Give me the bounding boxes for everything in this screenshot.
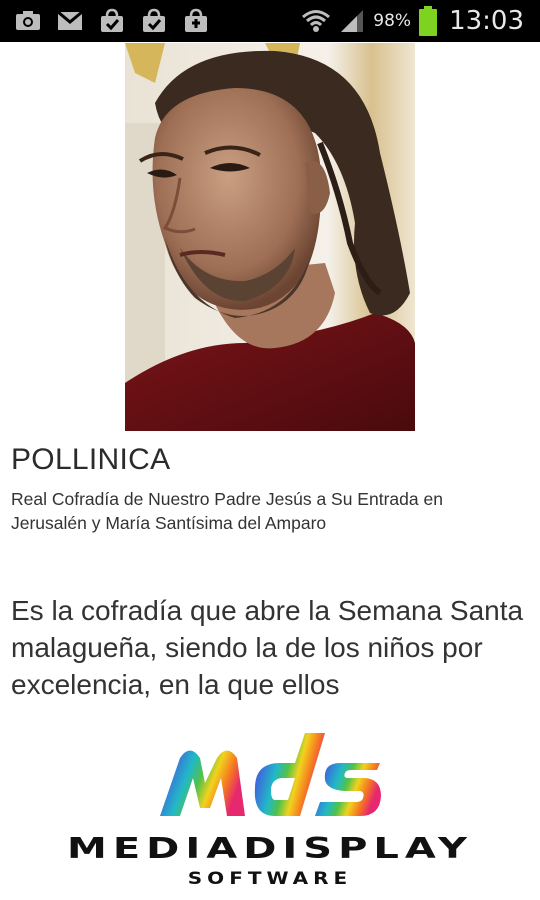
battery-percent: 98%: [373, 11, 412, 31]
brotherhood-name: POLLINICA: [11, 443, 171, 476]
logo-wordmark: MEDIADISPLAY: [67, 832, 473, 866]
shopping-bag-icon: [143, 8, 165, 32]
notification-icons: [14, 8, 210, 34]
shopping-bag-icon: [101, 8, 123, 32]
camera-icon: [16, 11, 40, 30]
brotherhood-full-name: Real Cofradía de Nuestro Padre Jesús a S…: [11, 489, 443, 533]
brotherhood-image: [125, 43, 415, 431]
shopping-bag-icon: [185, 8, 207, 32]
system-indicators: 98% 13:03: [301, 0, 524, 42]
mds-logo-mark: [160, 733, 381, 816]
wifi-icon: [302, 10, 331, 32]
logo-tagline: SOFTWARE: [187, 868, 353, 889]
battery-icon: [419, 6, 438, 36]
status-bar: 98% 13:03: [0, 0, 540, 42]
statue-picture: [125, 43, 415, 431]
signal-icon: [341, 10, 364, 32]
gmail-icon: [57, 10, 83, 30]
brotherhood-description: Es la cofradía que abre la Semana Santa …: [11, 595, 524, 700]
mediadisplay-logo: MEDIADISPLAY SOFTWARE: [0, 728, 540, 900]
clock: 13:03: [449, 6, 524, 36]
